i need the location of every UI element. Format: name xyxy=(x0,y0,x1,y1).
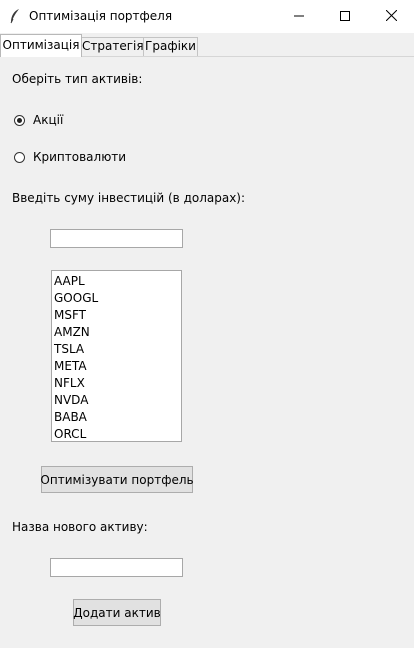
close-button[interactable] xyxy=(368,0,414,33)
minimize-icon xyxy=(294,10,304,24)
feather-icon xyxy=(8,8,22,24)
list-item[interactable]: MSFT xyxy=(54,307,181,324)
radio-stocks[interactable]: Акції xyxy=(14,113,63,127)
title-bar: Оптимізація портфеля xyxy=(0,0,414,33)
tab-optimization[interactable]: Оптимізація xyxy=(0,34,82,57)
list-item[interactable]: AAPL xyxy=(54,273,181,290)
maximize-icon xyxy=(340,10,350,24)
list-item[interactable]: NVDA xyxy=(54,392,181,409)
window-title: Оптимізація портфеля xyxy=(29,9,173,23)
new-asset-label: Назва нового активу: xyxy=(12,520,148,534)
list-item[interactable]: META xyxy=(54,358,181,375)
tab-charts[interactable]: Графіки xyxy=(143,37,198,56)
tab-strategy[interactable]: Стратегія xyxy=(81,37,144,56)
minimize-button[interactable] xyxy=(276,0,322,33)
list-item[interactable]: BABA xyxy=(54,409,181,426)
assets-listbox[interactable]: AAPL GOOGL MSFT AMZN TSLA META NFLX NVDA… xyxy=(51,270,182,442)
radio-dot-icon xyxy=(17,117,22,123)
list-item[interactable]: AMZN xyxy=(54,324,181,341)
radio-crypto[interactable]: Криптовалюти xyxy=(14,150,126,164)
radio-button-selected[interactable] xyxy=(14,114,25,126)
radio-crypto-label: Криптовалюти xyxy=(33,150,127,164)
investment-amount-input[interactable] xyxy=(50,229,183,248)
list-item[interactable]: ORCL xyxy=(54,426,181,441)
tab-bar: Оптимізація Стратегія Графіки xyxy=(0,33,414,57)
maximize-button[interactable] xyxy=(322,0,368,33)
add-asset-button[interactable]: Додати актив xyxy=(73,599,161,626)
investment-label: Введіть суму інвестицій (в доларах): xyxy=(12,191,246,205)
radio-button[interactable] xyxy=(14,151,25,163)
radio-stocks-label: Акції xyxy=(33,113,64,127)
close-icon xyxy=(385,9,397,24)
list-item[interactable]: NFLX xyxy=(54,375,181,392)
list-item[interactable]: GOOGL xyxy=(54,290,181,307)
list-item[interactable]: TSLA xyxy=(54,341,181,358)
new-asset-input[interactable] xyxy=(50,558,183,577)
asset-type-label: Оберіть тип активів: xyxy=(12,72,143,86)
optimize-portfolio-button[interactable]: Оптимізувати портфель xyxy=(40,466,194,493)
